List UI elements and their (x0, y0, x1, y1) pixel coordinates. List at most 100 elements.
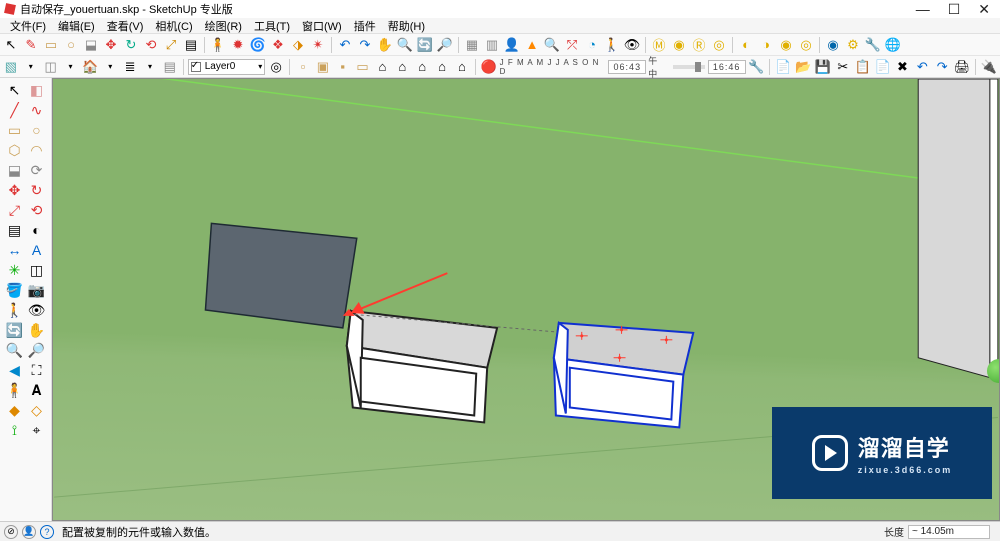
undo2-icon[interactable]: ↶ (913, 58, 931, 76)
menu-file[interactable]: 文件(F) (6, 18, 50, 34)
lp-move-icon[interactable]: ✥ (5, 180, 25, 200)
scene-icon[interactable]: ▤ (161, 58, 179, 76)
menu-edit[interactable]: 编辑(E) (54, 18, 99, 34)
status-user-icon[interactable]: 👤 (22, 525, 36, 539)
redo-icon[interactable]: ↷ (356, 36, 374, 54)
lp-axes-icon[interactable]: ✳ (5, 260, 25, 280)
house5-icon[interactable]: ⌂ (453, 58, 471, 76)
lp-circle-icon[interactable]: ○ (27, 120, 47, 140)
lp-poly-icon[interactable]: ⬡ (5, 140, 25, 160)
ball-m-icon[interactable]: Ⓜ (650, 36, 668, 54)
redo2-icon[interactable]: ↷ (933, 58, 951, 76)
lp-sandbox2-icon[interactable]: ◇ (27, 400, 47, 420)
light-d-icon[interactable]: ◎ (797, 36, 815, 54)
pan-icon[interactable]: ✋ (376, 36, 394, 54)
box2-icon[interactable]: ▣ (314, 58, 332, 76)
lp-orbit-icon[interactable]: 🔄 (5, 320, 25, 340)
box1-icon[interactable]: ▫ (294, 58, 312, 76)
layer-dropdown[interactable]: Layer0 ▾ (188, 59, 265, 75)
lp-walk-icon[interactable]: 🚶 (5, 300, 25, 320)
lp-sandbox-icon[interactable]: ◆ (5, 400, 25, 420)
dd-icon[interactable]: ▾ (22, 58, 40, 76)
select-tool-icon[interactable]: ↖ (2, 36, 20, 54)
undo-icon[interactable]: ↶ (336, 36, 354, 54)
scale-icon[interactable]: ⤢ (162, 36, 180, 54)
menu-draw[interactable]: 绘图(R) (201, 18, 246, 34)
menu-plugins[interactable]: 插件 (350, 18, 380, 34)
lp-paint-icon[interactable]: 🪣 (5, 280, 25, 300)
lp-pan-icon[interactable]: ✋ (27, 320, 47, 340)
wrench-icon[interactable]: 🔧 (864, 36, 882, 54)
lp-zoomext-icon[interactable]: ⛶ (27, 360, 47, 380)
globe2-icon[interactable]: 🔴 (480, 58, 498, 76)
box-icon[interactable]: ▧ (2, 58, 20, 76)
rotate-icon[interactable]: ↻ (122, 36, 140, 54)
lp-text-icon[interactable]: A (27, 240, 47, 260)
plugin-a-icon[interactable]: ❖ (269, 36, 287, 54)
ball-r-icon[interactable]: Ⓡ (690, 36, 708, 54)
lp-look-icon[interactable]: 👁 (27, 300, 47, 320)
date-slider[interactable]: J F M A M J J A S O N D 06:43 午中 16:46 (500, 54, 746, 80)
logo-icon[interactable]: ◉ (824, 36, 842, 54)
wrench2-icon[interactable]: 🔧 (748, 58, 766, 76)
minimize-button[interactable]: — (916, 1, 930, 18)
open-icon[interactable]: 📂 (794, 58, 812, 76)
light-a-icon[interactable]: ◐ (737, 36, 755, 54)
search-icon[interactable]: 🔍 (543, 36, 561, 54)
ball-a-icon[interactable]: ◉ (670, 36, 688, 54)
ball-q-icon[interactable]: ◎ (710, 36, 728, 54)
lp-rotate-icon[interactable]: ↻ (27, 180, 47, 200)
lp-follow-icon[interactable]: ⟳ (27, 160, 47, 180)
menu-tools[interactable]: 工具(T) (250, 18, 294, 34)
layers-icon[interactable]: ≣ (121, 58, 139, 76)
tape-icon[interactable]: ▤ (182, 36, 200, 54)
lp-zoom-icon[interactable]: 🔍 (5, 340, 25, 360)
lp-freehand-icon[interactable]: ∿ (27, 100, 47, 120)
close-button[interactable]: ✕ (978, 1, 990, 18)
menu-camera[interactable]: 相机(C) (151, 18, 196, 34)
lp-prev-icon[interactable]: ◀ (5, 360, 25, 380)
house1-icon[interactable]: ⌂ (374, 58, 392, 76)
house-a-icon[interactable]: 🏠 (81, 58, 99, 76)
lp-tape-icon[interactable]: ▤ (5, 220, 25, 240)
target-icon[interactable]: ◎ (267, 58, 285, 76)
dd3-icon[interactable]: ▾ (101, 58, 119, 76)
time-icon[interactable]: ◔ (583, 36, 601, 54)
maximize-button[interactable]: ☐ (948, 1, 961, 18)
offset-icon[interactable]: ⟲ (142, 36, 160, 54)
lp-eraser-icon[interactable]: ◧ (27, 80, 47, 100)
lp-offset-icon[interactable]: ⟲ (27, 200, 47, 220)
plug-icon[interactable]: 🔌 (980, 58, 998, 76)
menu-help[interactable]: 帮助(H) (384, 18, 429, 34)
iso-icon[interactable]: ▦ (463, 36, 481, 54)
wireframe-icon[interactable]: ▥ (483, 36, 501, 54)
time-slider[interactable] (673, 65, 705, 69)
person-icon[interactable]: 🧍 (209, 36, 227, 54)
swirl-icon[interactable]: 🌀 (249, 36, 267, 54)
lp-scale-icon[interactable]: ⤢ (5, 200, 25, 220)
walk-icon[interactable]: 🚶 (603, 36, 621, 54)
doc-icon[interactable]: 📄 (774, 58, 792, 76)
copy-icon[interactable]: 📋 (854, 58, 872, 76)
cut-icon[interactable]: ✂ (834, 58, 852, 76)
red-flare-icon[interactable]: ✹ (229, 36, 247, 54)
wirebox-icon[interactable]: ◫ (42, 58, 60, 76)
dd4-icon[interactable]: ▾ (141, 58, 159, 76)
circle-icon[interactable]: ○ (62, 36, 80, 54)
gear-icon[interactable]: ⚙ (844, 36, 862, 54)
lp-line-icon[interactable]: ╱ (5, 100, 25, 120)
lp-dim-icon[interactable]: ↔ (5, 240, 25, 260)
extend-icon[interactable]: ⤱ (563, 36, 581, 54)
rect-icon[interactable]: ▭ (42, 36, 60, 54)
house4-icon[interactable]: ⌂ (433, 58, 451, 76)
orbit-icon[interactable]: 🔄 (416, 36, 434, 54)
menu-view[interactable]: 查看(V) (103, 18, 148, 34)
plugin-b-icon[interactable]: ⬗ (289, 36, 307, 54)
move-icon[interactable]: ✥ (102, 36, 120, 54)
lp-push-icon[interactable]: ⬓ (5, 160, 25, 180)
lp-protractor-icon[interactable]: ◐ (27, 220, 47, 240)
status-geo-icon[interactable]: ⊘ (4, 525, 18, 539)
look-icon[interactable]: 👁 (623, 36, 641, 54)
globe-icon[interactable]: 🌐 (884, 36, 902, 54)
lp-zoomwin-icon[interactable]: 🔎 (27, 340, 47, 360)
